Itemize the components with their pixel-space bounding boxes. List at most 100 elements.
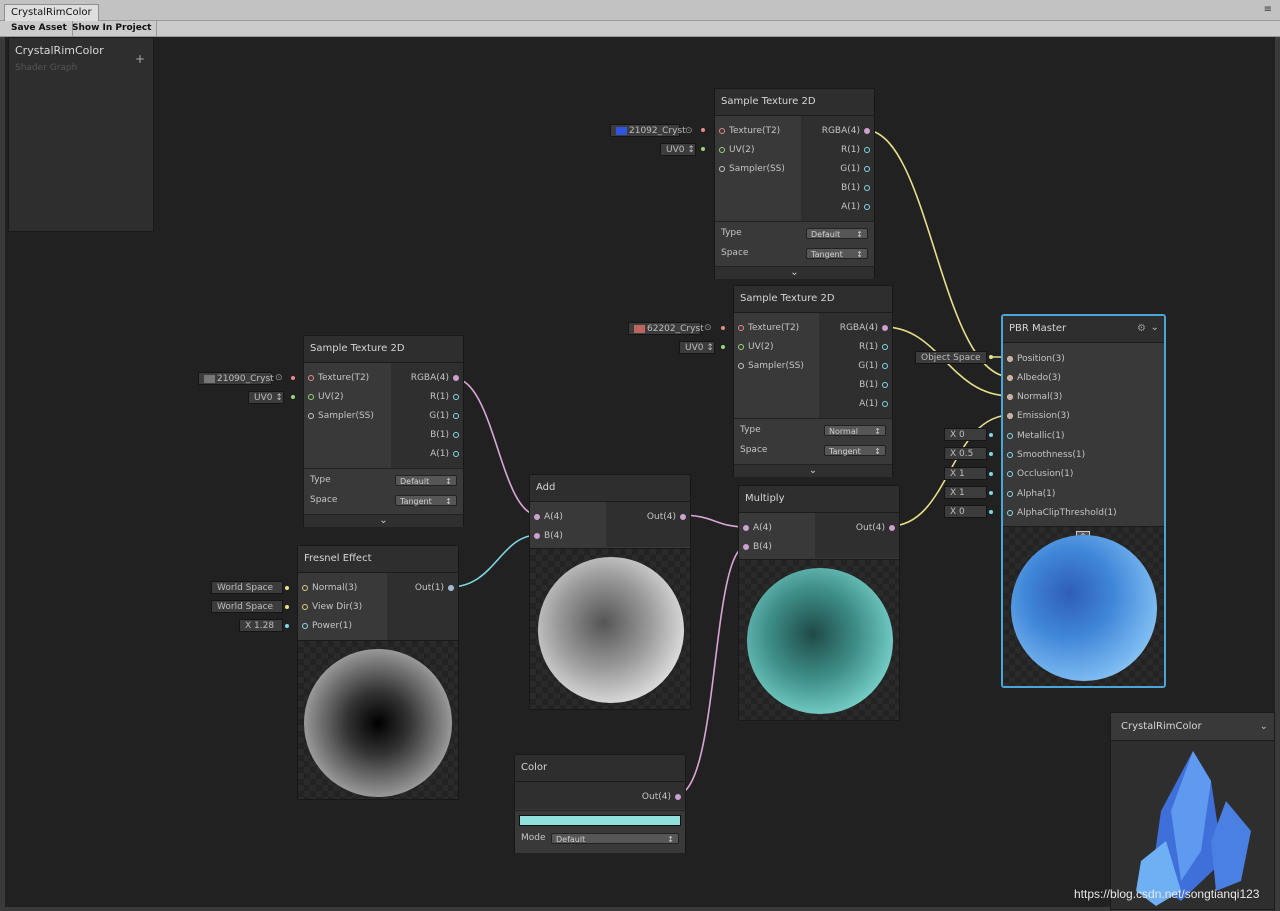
input-port-normal[interactable]: Normal(3) [1003, 391, 1062, 403]
chevron-down-icon[interactable]: ⌄ [1260, 721, 1268, 732]
port-dot [882, 325, 888, 331]
input-port-sampler[interactable]: Sampler(SS) [715, 163, 785, 175]
crystal-model-icon[interactable] [1111, 741, 1274, 909]
space-chip[interactable]: Object Space [915, 351, 987, 364]
port-dot [889, 525, 895, 531]
uv-chip[interactable]: UV0 ↕ [248, 391, 284, 404]
uv-chip[interactable]: UV0 ↕ [660, 143, 696, 156]
input-port-uv[interactable]: UV(2) [734, 341, 774, 353]
multiply-node[interactable]: Multiply A(4) B(4) Out(4) [738, 485, 900, 721]
chevron-down-icon[interactable]: ⌄ [715, 266, 874, 279]
space-dropdown[interactable]: Tangent [806, 248, 868, 260]
port-dot [308, 375, 314, 381]
input-port-power[interactable]: Power(1) [298, 620, 352, 632]
output-port-r[interactable]: R(1) [859, 341, 892, 353]
texture-chip[interactable]: 21092_Cryst [610, 124, 686, 137]
input-port-alpha-clip[interactable]: AlphaClipThreshold(1) [1003, 507, 1117, 519]
port-dot [864, 147, 870, 153]
input-port-uv[interactable]: UV(2) [304, 391, 344, 403]
output-port-b[interactable]: B(1) [841, 182, 874, 194]
add-property-button[interactable]: + [135, 52, 145, 66]
output-port-a[interactable]: A(1) [841, 201, 874, 213]
chevron-down-icon[interactable]: ⌄ [304, 514, 463, 527]
input-port-sampler[interactable]: Sampler(SS) [304, 410, 374, 422]
output-port-rgba[interactable]: RGBA(4) [822, 125, 874, 137]
color-node[interactable]: Color Out(4) Mode Default [514, 754, 686, 853]
port-dot [738, 344, 744, 350]
output-port-out[interactable]: Out(4) [647, 511, 690, 523]
output-port-out[interactable]: Out(4) [856, 522, 899, 534]
input-port-emission[interactable]: Emission(3) [1003, 410, 1070, 422]
add-node[interactable]: Add A(4) B(4) Out(4) [529, 474, 691, 710]
input-port-position[interactable]: Position(3) [1003, 353, 1065, 365]
input-port-normal[interactable]: Normal(3) [298, 582, 357, 594]
output-port-a[interactable]: A(1) [859, 398, 892, 410]
pbr-master-node[interactable]: PBR Master ⚙ ⌄ Position(3) Albedo(3) Nor… [1001, 314, 1166, 688]
output-port-r[interactable]: R(1) [430, 391, 463, 403]
mode-dropdown[interactable]: Default [551, 833, 679, 845]
sample-texture-2d-node[interactable]: Sample Texture 2D Texture(T2) UV(2) Samp… [714, 88, 875, 279]
texture-chip[interactable]: 62202_Cryst [628, 322, 704, 335]
occlusion-field[interactable]: X 1 [944, 467, 987, 480]
texture-chip[interactable]: 21090_Cryst [198, 372, 274, 385]
gear-icon[interactable]: ⚙ [1137, 323, 1146, 334]
type-dropdown[interactable]: Normal [824, 425, 886, 437]
space-chip[interactable]: World Space [211, 581, 283, 594]
port-dot [453, 451, 459, 457]
output-port-r[interactable]: R(1) [841, 144, 874, 156]
input-port-smoothness[interactable]: Smoothness(1) [1003, 449, 1085, 461]
port-dot [719, 128, 725, 134]
output-port-out[interactable]: Out(4) [642, 791, 685, 803]
input-port-texture[interactable]: Texture(T2) [304, 372, 369, 384]
port-dot [302, 604, 308, 610]
output-port-rgba[interactable]: RGBA(4) [411, 372, 463, 384]
space-dropdown[interactable]: Tangent [824, 445, 886, 457]
port-dot [1007, 413, 1013, 419]
input-port-a[interactable]: A(4) [739, 522, 772, 534]
port-dot [1007, 452, 1013, 458]
input-port-uv[interactable]: UV(2) [715, 144, 755, 156]
type-dropdown[interactable]: Default [395, 475, 457, 487]
input-port-occlusion[interactable]: Occlusion(1) [1003, 468, 1073, 480]
input-port-texture[interactable]: Texture(T2) [734, 322, 799, 334]
output-port-out[interactable]: Out(1) [415, 582, 458, 594]
input-port-a[interactable]: A(4) [530, 511, 563, 523]
metallic-field[interactable]: X 0 [944, 428, 987, 441]
type-dropdown[interactable]: Default [806, 228, 868, 240]
output-port-a[interactable]: A(1) [430, 448, 463, 460]
target-icon[interactable]: ⊙ [275, 373, 283, 383]
port-dot [302, 585, 308, 591]
output-port-g[interactable]: G(1) [840, 163, 874, 175]
chevron-down-icon[interactable]: ⌄ [734, 464, 892, 477]
input-port-b[interactable]: B(4) [739, 541, 772, 553]
sample-texture-2d-node[interactable]: Sample Texture 2D Texture(T2) UV(2) Samp… [733, 285, 893, 477]
smoothness-field[interactable]: X 0.5 [944, 447, 987, 460]
input-port-texture[interactable]: Texture(T2) [715, 125, 780, 137]
output-port-b[interactable]: B(1) [859, 379, 892, 391]
target-icon[interactable]: ⊙ [685, 126, 693, 136]
fresnel-effect-node[interactable]: Fresnel Effect Normal(3) View Dir(3) Pow… [297, 545, 459, 800]
node-preview [530, 548, 690, 709]
port-dot [864, 185, 870, 191]
chevron-down-icon[interactable]: ⌄ [1151, 322, 1159, 333]
output-port-rgba[interactable]: RGBA(4) [840, 322, 892, 334]
output-port-b[interactable]: B(1) [430, 429, 463, 441]
alpha-field[interactable]: X 1 [944, 486, 987, 499]
target-icon[interactable]: ⊙ [704, 323, 712, 333]
sample-texture-2d-node[interactable]: Sample Texture 2D Texture(T2) UV(2) Samp… [303, 335, 464, 527]
input-port-albedo[interactable]: Albedo(3) [1003, 372, 1061, 384]
port-dot [453, 413, 459, 419]
space-dropdown[interactable]: Tangent [395, 495, 457, 507]
uv-chip[interactable]: UV0 ↕ [679, 341, 715, 354]
output-port-g[interactable]: G(1) [858, 360, 892, 372]
input-port-b[interactable]: B(4) [530, 530, 563, 542]
input-port-metallic[interactable]: Metallic(1) [1003, 430, 1065, 442]
space-chip[interactable]: World Space [211, 600, 283, 613]
output-port-g[interactable]: G(1) [429, 410, 463, 422]
input-port-alpha[interactable]: Alpha(1) [1003, 488, 1055, 500]
power-field[interactable]: X 1.28 [239, 619, 283, 632]
input-port-view-dir[interactable]: View Dir(3) [298, 601, 362, 613]
alpha-clip-field[interactable]: X 0 [944, 505, 987, 518]
input-port-sampler[interactable]: Sampler(SS) [734, 360, 804, 372]
color-swatch[interactable] [519, 815, 681, 826]
